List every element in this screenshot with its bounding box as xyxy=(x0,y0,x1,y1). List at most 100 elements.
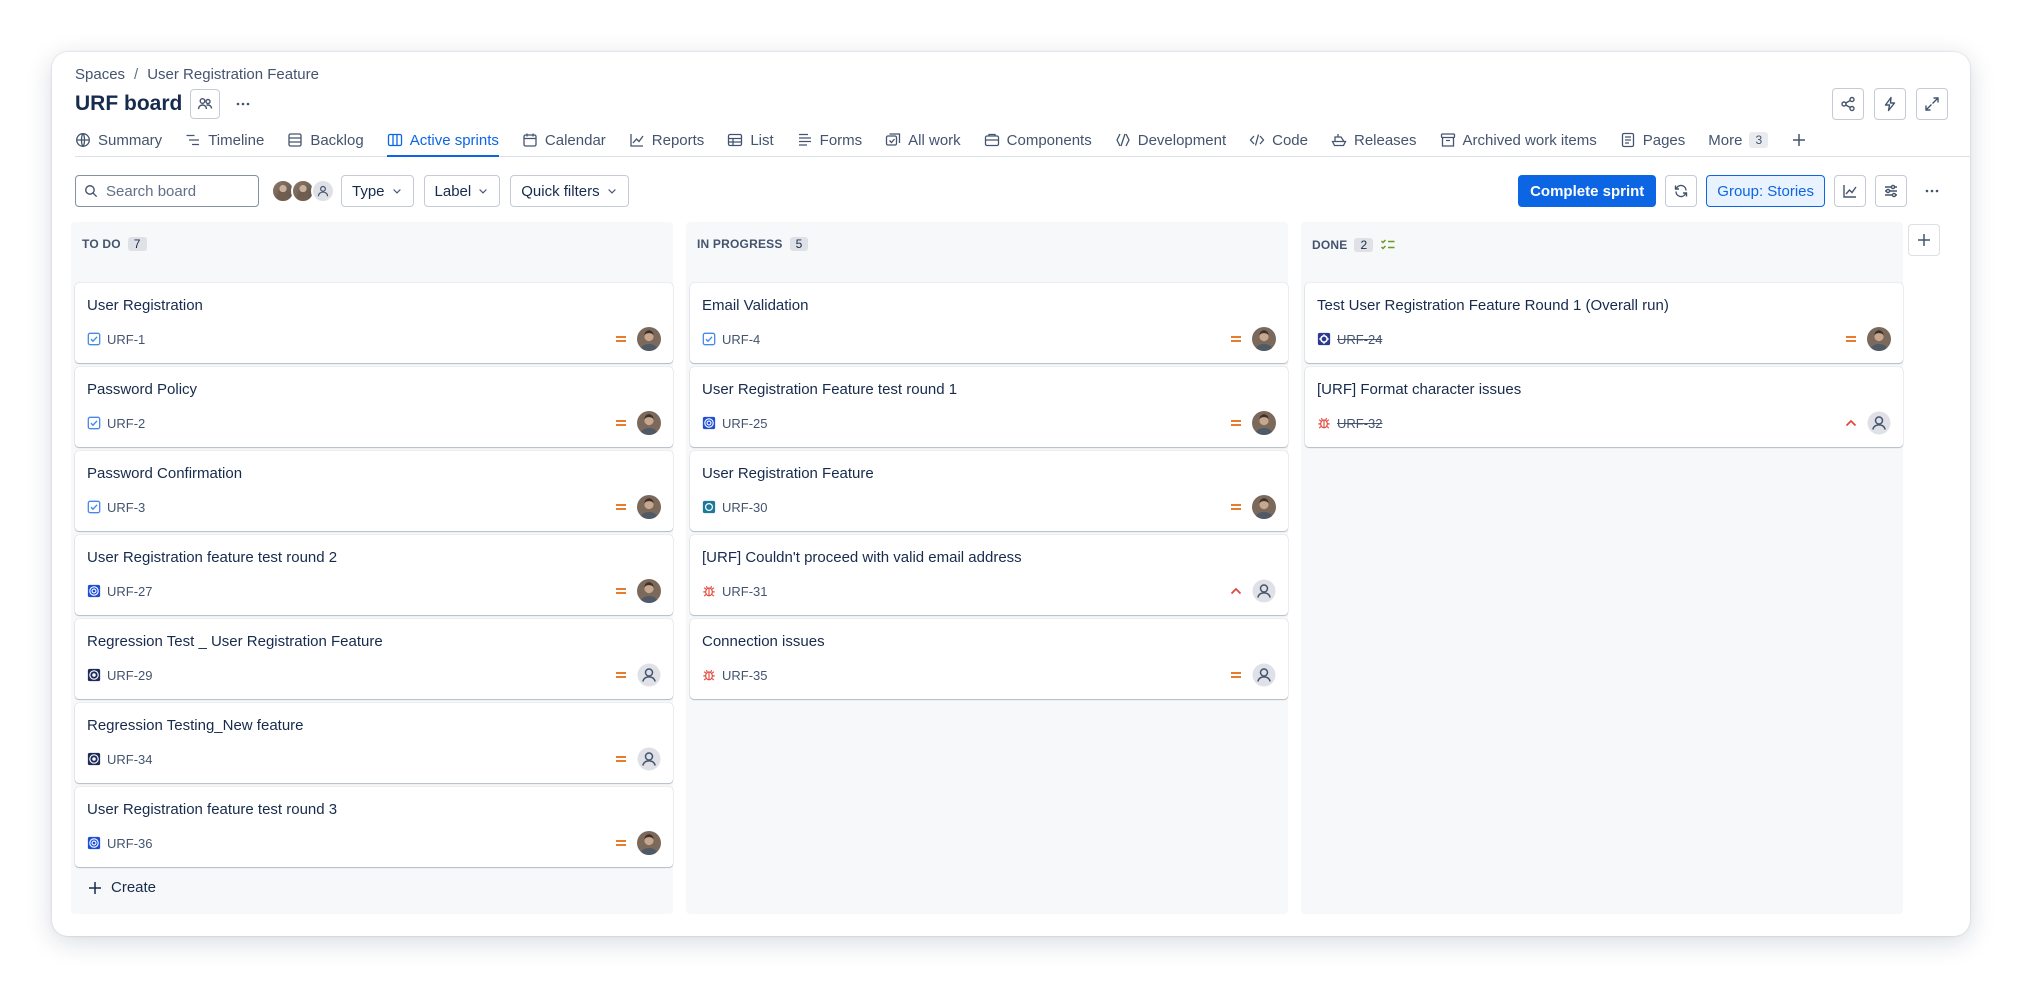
create-label: Create xyxy=(111,879,157,896)
column-count-badge: 7 xyxy=(127,237,147,251)
issue-card[interactable]: Password Confirmation URF-3 xyxy=(75,451,673,531)
refresh-button[interactable] xyxy=(1665,175,1698,207)
issue-card[interactable]: User Registration feature test round 3 U… xyxy=(75,787,673,867)
issue-card[interactable]: User Registration feature test round 2 U… xyxy=(75,535,673,615)
create-issue-button[interactable]: Create xyxy=(87,879,156,896)
column-title: TO DO xyxy=(82,237,121,251)
add-tab-button[interactable] xyxy=(1791,124,1807,156)
label-filter-button[interactable]: Label xyxy=(423,175,501,207)
share-button[interactable] xyxy=(1832,88,1864,120)
assignee-avatar[interactable] xyxy=(637,495,661,519)
issue-key[interactable]: URF-29 xyxy=(107,668,153,683)
issue-key[interactable]: URF-25 xyxy=(722,416,768,431)
card-footer: URF-24 xyxy=(1317,327,1891,351)
breadcrumb-project[interactable]: User Registration Feature xyxy=(147,66,319,83)
tab-pages[interactable]: Pages xyxy=(1620,124,1685,156)
tab-label: Backlog xyxy=(310,131,364,149)
timeline-icon xyxy=(186,134,200,146)
issue-card[interactable]: User Registration Feature test round 1 U… xyxy=(690,367,1288,447)
tab-list[interactable]: List xyxy=(727,124,774,156)
tab-all-work[interactable]: All work xyxy=(885,124,961,156)
team-button[interactable] xyxy=(190,89,221,119)
plus-icon xyxy=(1918,234,1930,246)
search-icon xyxy=(85,185,98,198)
issue-key[interactable]: URF-30 xyxy=(722,500,768,515)
tab-backlog[interactable]: Backlog xyxy=(287,124,364,156)
issue-key[interactable]: URF-35 xyxy=(722,668,768,683)
issue-card[interactable]: Test User Registration Feature Round 1 (… xyxy=(1305,283,1903,363)
priority-medium-icon xyxy=(613,499,629,515)
tab-code[interactable]: Code xyxy=(1249,124,1308,156)
tab-forms[interactable]: Forms xyxy=(797,124,862,156)
view-settings-button[interactable] xyxy=(1875,175,1907,207)
type-filter-button[interactable]: Type xyxy=(341,175,414,207)
issue-card[interactable]: User Registration URF-1 xyxy=(75,283,673,363)
issue-card[interactable]: Regression Test _ User Registration Feat… xyxy=(75,619,673,699)
add-column-button[interactable] xyxy=(1908,224,1940,256)
assignee-avatar[interactable] xyxy=(637,579,661,603)
bug-icon xyxy=(702,584,716,598)
issue-key[interactable]: URF-24 xyxy=(1337,332,1383,347)
assignee-avatar[interactable] xyxy=(1252,327,1276,351)
tab-more[interactable]: More 3 xyxy=(1708,124,1769,156)
fullscreen-button[interactable] xyxy=(1916,88,1948,120)
issue-key[interactable]: URF-4 xyxy=(722,332,760,347)
issue-card[interactable]: [URF] Format character issues URF-32 xyxy=(1305,367,1903,447)
unassigned-avatar[interactable] xyxy=(1867,411,1891,435)
issue-card[interactable]: User Registration Feature URF-30 xyxy=(690,451,1288,531)
lightning-icon xyxy=(1884,96,1896,112)
card-title: Password Policy xyxy=(87,381,198,398)
issue-key[interactable]: URF-31 xyxy=(722,584,768,599)
issue-key[interactable]: URF-1 xyxy=(107,332,145,347)
unassigned-avatar[interactable] xyxy=(311,179,335,203)
issue-key[interactable]: URF-2 xyxy=(107,416,145,431)
assignee-avatar[interactable] xyxy=(637,831,661,855)
unassigned-avatar[interactable] xyxy=(1252,579,1276,603)
tab-development[interactable]: Development xyxy=(1115,124,1226,156)
assignee-avatar[interactable] xyxy=(637,327,661,351)
unassigned-avatar[interactable] xyxy=(1252,663,1276,687)
issue-key[interactable]: URF-36 xyxy=(107,836,153,851)
insights-button[interactable] xyxy=(1834,175,1866,207)
unassigned-avatar[interactable] xyxy=(637,663,661,687)
tab-archived[interactable]: Archived work items xyxy=(1440,124,1597,156)
assignee-avatar[interactable] xyxy=(1252,495,1276,519)
branch-icon xyxy=(1116,133,1130,147)
card-meta xyxy=(613,747,661,771)
assignee-avatar[interactable] xyxy=(1867,327,1891,351)
tab-timeline[interactable]: Timeline xyxy=(185,124,264,156)
assignee-avatar[interactable] xyxy=(1252,411,1276,435)
breadcrumb-spaces[interactable]: Spaces xyxy=(75,66,125,83)
issue-card[interactable]: Email Validation URF-4 xyxy=(690,283,1288,363)
search-input[interactable]: Search board xyxy=(75,175,259,207)
backlog-icon xyxy=(288,133,302,147)
issue-key[interactable]: URF-34 xyxy=(107,752,153,767)
tab-components[interactable]: Components xyxy=(984,124,1092,156)
card-footer: URF-35 xyxy=(702,663,1276,687)
filter-label: Type xyxy=(352,182,385,200)
issue-key[interactable]: URF-3 xyxy=(107,500,145,515)
complete-sprint-button[interactable]: Complete sprint xyxy=(1518,175,1657,207)
tab-calendar[interactable]: Calendar xyxy=(522,124,606,156)
tab-summary[interactable]: Summary xyxy=(75,124,162,156)
column-in-progress: IN PROGRESS 5 Email Validation URF-4 Use… xyxy=(686,222,1288,914)
card-footer: URF-25 xyxy=(702,411,1276,435)
tab-active-sprints[interactable]: Active sprints xyxy=(386,124,500,157)
assignee-avatar[interactable] xyxy=(637,411,661,435)
board-more-button[interactable] xyxy=(1916,175,1948,207)
tab-reports[interactable]: Reports xyxy=(629,124,704,156)
issue-key[interactable]: URF-32 xyxy=(1337,416,1383,431)
more-actions-button[interactable] xyxy=(228,89,258,119)
unassigned-avatar[interactable] xyxy=(637,747,661,771)
issue-card[interactable]: Regression Testing_New feature URF-34 xyxy=(75,703,673,783)
card-meta xyxy=(613,831,661,855)
automation-button[interactable] xyxy=(1874,88,1906,120)
issue-card[interactable]: Connection issues URF-35 xyxy=(690,619,1288,699)
issue-card[interactable]: [URF] Couldn't proceed with valid email … xyxy=(690,535,1288,615)
tab-label: Archived work items xyxy=(1462,131,1597,149)
issue-key[interactable]: URF-27 xyxy=(107,584,153,599)
tab-releases[interactable]: Releases xyxy=(1331,124,1417,156)
quick-filters-button[interactable]: Quick filters xyxy=(510,175,629,207)
group-by-button[interactable]: Group: Stories xyxy=(1706,175,1825,207)
issue-card[interactable]: Password Policy URF-2 xyxy=(75,367,673,447)
